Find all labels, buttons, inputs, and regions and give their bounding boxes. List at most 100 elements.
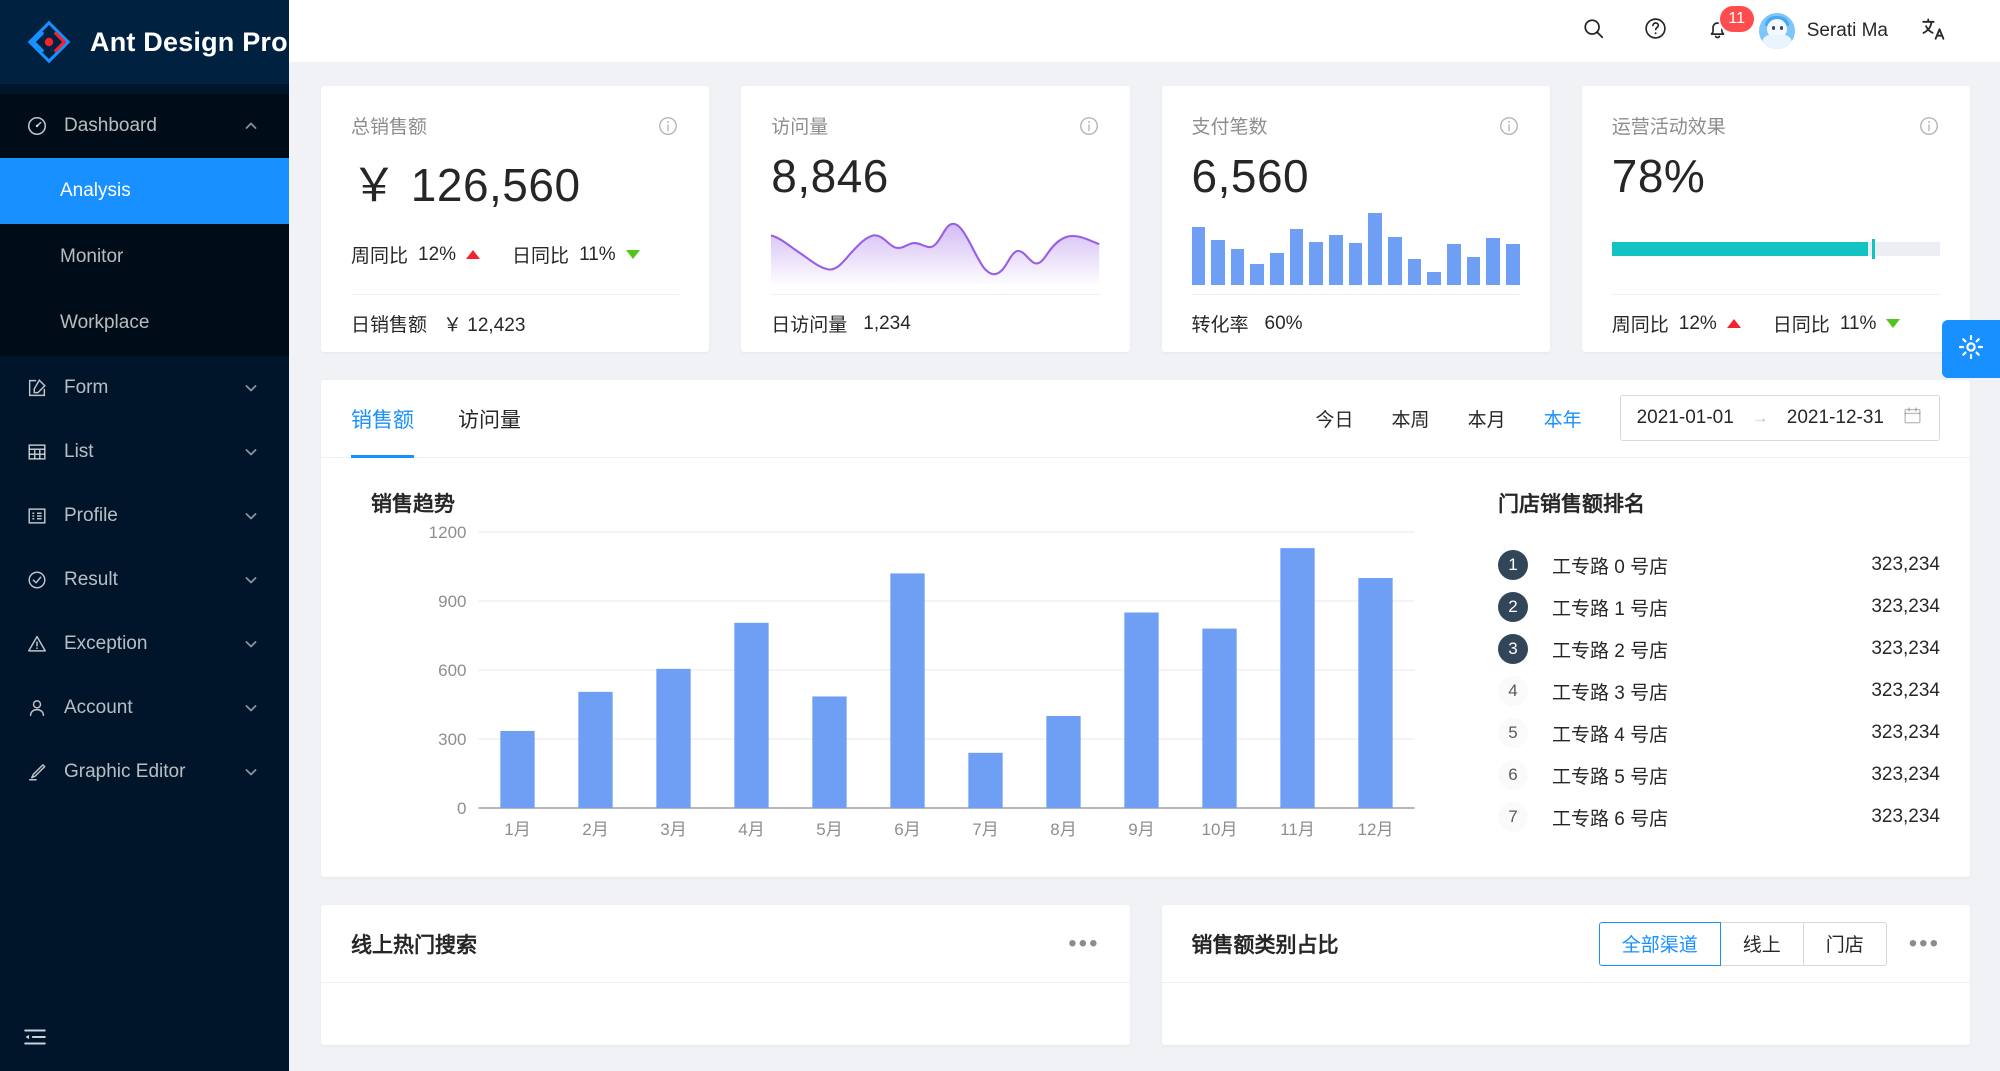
bar[interactable]	[500, 731, 534, 808]
segment-all-channels[interactable]: 全部渠道	[1599, 922, 1721, 966]
bar[interactable]	[968, 753, 1002, 808]
sidebar-item-graphic-editor[interactable]: Graphic Editor	[0, 740, 289, 804]
sidebar-item-exception[interactable]: Exception	[0, 612, 289, 676]
payments-bar-chart	[1192, 213, 1520, 285]
sidebar-item-exception-label: Exception	[64, 633, 227, 655]
stat-card-footer: 日访问量 1,234	[771, 294, 1099, 352]
bar[interactable]	[734, 623, 768, 808]
bar[interactable]	[1202, 629, 1236, 808]
sidebar-item-account[interactable]: Account	[0, 676, 289, 740]
bottom-panel-row: 线上热门搜索 ••• 销售额类别占比 全部渠道 线上 门店	[321, 905, 1970, 1045]
x-axis-tick: 12月	[1358, 820, 1394, 839]
ranking-row[interactable]: 7工专路 6 号店323,234	[1498, 796, 1940, 838]
progress-fill	[1612, 242, 1868, 256]
sidebar-item-profile-label: Profile	[64, 505, 227, 527]
range-month[interactable]: 本月	[1468, 405, 1506, 432]
trend-down-icon	[1886, 319, 1900, 328]
segment-online[interactable]: 线上	[1721, 922, 1804, 966]
x-axis-tick: 6月	[894, 820, 920, 839]
ellipsis-icon[interactable]: •••	[1909, 939, 1940, 949]
sidebar-item-list[interactable]: List	[0, 420, 289, 484]
ranking-store-value: 323,234	[1871, 722, 1940, 744]
user-menu[interactable]: Serati Ma	[1749, 0, 1902, 62]
sales-category-header: 销售额类别占比 全部渠道 线上 门店 •••	[1162, 905, 1971, 983]
date-start-input[interactable]: 2021-01-01	[1637, 407, 1734, 429]
ranking-row[interactable]: 1工专路 0 号店323,234	[1498, 544, 1940, 586]
stat-card-value: 6,560	[1192, 149, 1520, 203]
bar[interactable]	[812, 696, 846, 808]
ranking-row[interactable]: 5工专路 4 号店323,234	[1498, 712, 1940, 754]
bar[interactable]	[1124, 613, 1158, 809]
trend-weekly-label: 周同比	[1612, 310, 1669, 337]
search-button[interactable]	[1563, 0, 1625, 62]
sidebar-item-result-label: Result	[64, 569, 227, 591]
stat-card-footer: 周同比 12% 日同比 11%	[1612, 294, 1940, 352]
mini-bar	[1329, 235, 1343, 285]
sidebar-collapse-button[interactable]	[0, 1007, 289, 1071]
sidebar-item-profile[interactable]: Profile	[0, 484, 289, 548]
stat-card-total-sales: 总销售额 ￥ 126,560 周同比 12%	[321, 86, 709, 352]
sidebar-item-workplace[interactable]: Workplace	[0, 290, 289, 356]
ranking-row[interactable]: 3工专路 2 号店323,234	[1498, 628, 1940, 670]
y-axis-tick: 300	[438, 730, 466, 749]
notifications-button[interactable]: 11	[1687, 0, 1749, 62]
info-circle-icon[interactable]	[1078, 115, 1100, 137]
trend-up-icon	[466, 250, 480, 259]
mini-bar	[1486, 238, 1500, 284]
mini-bar	[1290, 229, 1304, 284]
mini-bar	[1211, 240, 1225, 284]
ant-design-logo-icon	[26, 19, 72, 65]
visits-area-chart	[771, 214, 1099, 284]
date-range-picker[interactable]: 2021-01-01 → 2021-12-31	[1620, 395, 1940, 441]
bar[interactable]	[1280, 548, 1314, 808]
trend-daily: 日同比 11%	[512, 241, 640, 268]
bar[interactable]	[578, 692, 612, 808]
info-circle-icon[interactable]	[1918, 115, 1940, 137]
sidebar-item-analysis[interactable]: Analysis	[0, 158, 289, 224]
stat-card-footer-value: 1,234	[863, 313, 911, 335]
ranking-store-value: 323,234	[1871, 554, 1940, 576]
trend-weekly-value: 12%	[418, 244, 456, 266]
stat-card-header: 支付笔数	[1192, 112, 1520, 139]
help-button[interactable]	[1625, 0, 1687, 62]
sidebar-item-result[interactable]: Result	[0, 548, 289, 612]
bar[interactable]	[890, 573, 924, 808]
range-today[interactable]: 今日	[1316, 405, 1354, 432]
sidebar-item-form[interactable]: Form	[0, 356, 289, 420]
ranking-title: 门店销售额排名	[1498, 488, 1940, 518]
stat-card-footer-label: 转化率	[1192, 310, 1249, 337]
sidebar-item-monitor[interactable]: Monitor	[0, 224, 289, 290]
range-year[interactable]: 本年	[1544, 405, 1582, 432]
date-end-input[interactable]: 2021-12-31	[1787, 407, 1884, 429]
ellipsis-icon[interactable]: •••	[1068, 939, 1099, 949]
x-axis-tick: 7月	[972, 820, 998, 839]
segment-stores[interactable]: 门店	[1804, 922, 1887, 966]
tab-visits[interactable]: 访问量	[458, 380, 521, 457]
info-circle-icon[interactable]	[657, 115, 679, 137]
sales-tabs: 销售额 访问量	[351, 380, 521, 457]
language-button[interactable]	[1902, 0, 1964, 62]
search-icon	[1581, 16, 1606, 46]
dashboard-submenu: Analysis Monitor Workplace	[0, 158, 289, 356]
logo-row[interactable]: Ant Design Pro	[0, 0, 289, 84]
tab-sales[interactable]: 销售额	[351, 380, 414, 457]
ranking-store-name: 工专路 4 号店	[1552, 720, 1871, 747]
bar[interactable]	[1358, 578, 1392, 808]
settings-drawer-button[interactable]	[1942, 320, 2000, 378]
calendar-icon[interactable]	[1902, 405, 1923, 432]
mini-bar	[1192, 227, 1206, 284]
sidebar-item-graphic-editor-label: Graphic Editor	[64, 761, 227, 783]
x-axis-tick: 8月	[1050, 820, 1076, 839]
ranking-row[interactable]: 2工专路 1 号店323,234	[1498, 586, 1940, 628]
ranking-row[interactable]: 4工专路 3 号店323,234	[1498, 670, 1940, 712]
range-week[interactable]: 本周	[1392, 405, 1430, 432]
bar[interactable]	[1046, 716, 1080, 808]
trend-weekly: 周同比 12%	[351, 241, 480, 268]
info-circle-icon[interactable]	[1498, 115, 1520, 137]
ranking-row[interactable]: 6工专路 5 号店323,234	[1498, 754, 1940, 796]
stat-card-sparkline	[771, 203, 1099, 294]
bar[interactable]	[656, 669, 690, 808]
sales-panel-controls: 今日 本周 本月 本年 2021-01-01 → 2021-12-31	[1316, 395, 1940, 457]
ranking-store-name: 工专路 6 号店	[1552, 804, 1871, 831]
sidebar-item-dashboard[interactable]: Dashboard	[0, 94, 289, 158]
